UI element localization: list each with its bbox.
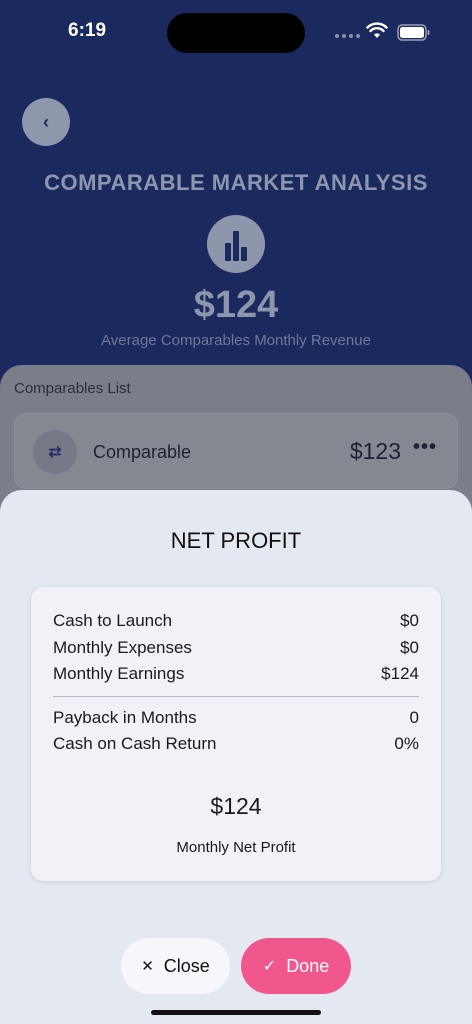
row-value: $0 bbox=[400, 611, 419, 630]
done-button[interactable]: ✓ Done bbox=[241, 938, 351, 994]
more-options-icon[interactable]: ••• bbox=[413, 436, 437, 459]
net-profit-card: Cash to Launch $0 Monthly Expenses $0 Mo… bbox=[31, 587, 441, 881]
row-label: Monthly Expenses bbox=[53, 638, 192, 657]
home-indicator[interactable] bbox=[151, 1010, 321, 1015]
battery-icon bbox=[397, 24, 430, 41]
net-profit-label: Monthly Net Profit bbox=[176, 839, 296, 856]
bar-chart-icon bbox=[207, 215, 265, 273]
row-value: 0% bbox=[394, 734, 419, 753]
status-time: 6:19 bbox=[68, 20, 107, 41]
average-revenue-value: $124 bbox=[193, 284, 279, 326]
row-cash-to-launch: Cash to Launch $0 bbox=[53, 611, 419, 631]
status-bar: 6:19 bbox=[0, 0, 472, 64]
row-value: $124 bbox=[381, 664, 419, 683]
row-monthly-earnings: Monthly Earnings $124 bbox=[53, 664, 419, 684]
comparable-name: Comparable bbox=[93, 442, 192, 462]
row-payback-in-months: Payback in Months 0 bbox=[53, 708, 419, 728]
list-item[interactable]: ⇄ Comparable $123 ••• bbox=[14, 413, 458, 489]
chevron-left-icon: ‹ bbox=[43, 111, 49, 132]
row-cash-on-cash-return: Cash on Cash Return 0% bbox=[53, 734, 419, 754]
done-button-label: Done bbox=[286, 955, 330, 976]
comparables-list-title: Comparables List bbox=[14, 380, 131, 397]
close-button-label: Close bbox=[163, 955, 210, 976]
close-icon: ✕ bbox=[141, 958, 154, 975]
close-button[interactable]: ✕ Close bbox=[121, 938, 230, 994]
comparable-price: $123 bbox=[349, 438, 401, 464]
wifi-icon bbox=[366, 22, 388, 38]
checkmark-icon: ✓ bbox=[262, 958, 277, 975]
net-profit-sheet: NET PROFIT Cash to Launch $0 Monthly Exp… bbox=[0, 490, 472, 1024]
row-label: Cash to Launch bbox=[53, 611, 173, 630]
row-label: Monthly Earnings bbox=[53, 664, 185, 683]
net-profit-value: $124 bbox=[210, 793, 262, 819]
row-label: Payback in Months bbox=[53, 708, 197, 727]
page-title: COMPARABLE MARKET ANALYSIS bbox=[44, 170, 428, 195]
divider bbox=[53, 696, 419, 697]
row-monthly-expenses: Monthly Expenses $0 bbox=[53, 638, 419, 658]
back-button[interactable]: ‹ bbox=[22, 98, 70, 146]
average-revenue-label: Average Comparables Monthly Revenue bbox=[101, 332, 371, 349]
row-value: $0 bbox=[400, 638, 419, 657]
row-label: Cash on Cash Return bbox=[53, 734, 217, 753]
swap-arrows-icon: ⇄ bbox=[33, 430, 77, 474]
cellular-signal-icon bbox=[335, 34, 360, 38]
dynamic-island bbox=[167, 13, 305, 53]
sheet-title: NET PROFIT bbox=[170, 528, 302, 553]
row-value: 0 bbox=[409, 708, 419, 727]
